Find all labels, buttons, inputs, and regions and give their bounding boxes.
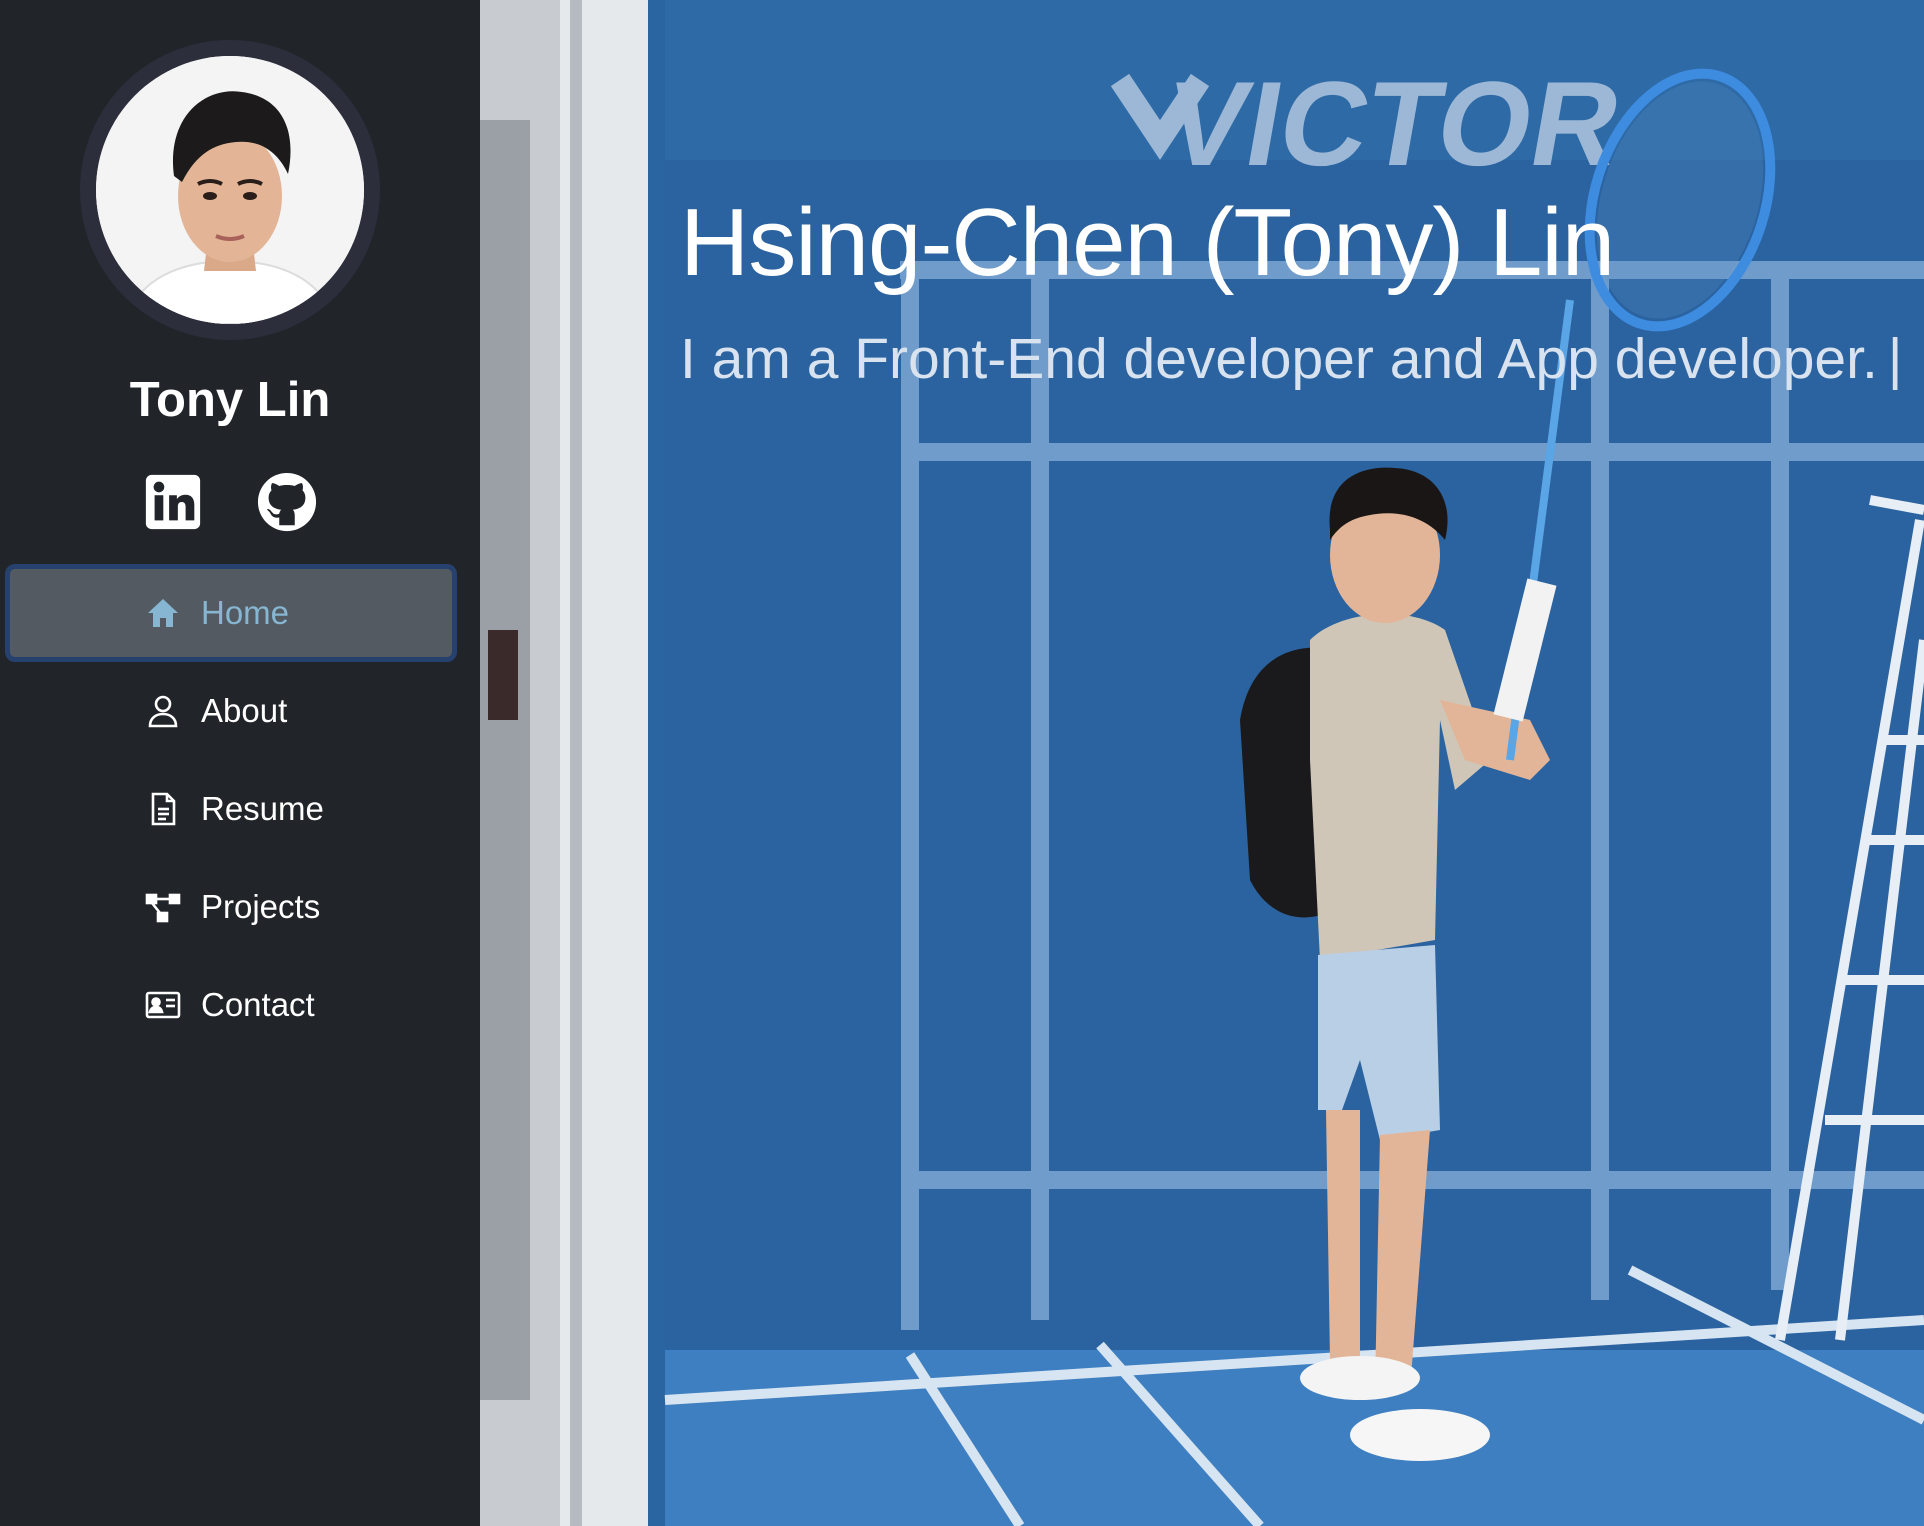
- avatar-frame: [80, 40, 380, 340]
- linkedin-link[interactable]: [141, 470, 205, 534]
- contact-card-icon: [143, 985, 183, 1025]
- hero-subtitle-text: I am a Front-End developer and App devel…: [680, 327, 1878, 391]
- hero-banner-text: VICTOR: [1156, 57, 1631, 191]
- document-icon: [143, 789, 183, 829]
- social-links: [0, 470, 460, 534]
- linkedin-icon: [145, 474, 201, 530]
- avatar: [96, 56, 364, 324]
- profile-name: Tony Lin: [129, 373, 331, 427]
- nav-label-contact: Contact: [201, 986, 315, 1023]
- nav-label-home: Home: [201, 594, 290, 631]
- github-icon: [257, 472, 317, 532]
- user-icon: [143, 691, 183, 731]
- nav-label-about: About: [201, 692, 288, 729]
- nav-label-projects: Projects: [201, 888, 321, 925]
- hero-title: Hsing-Chen (Tony) Lin: [680, 189, 1615, 296]
- main-nav: Home About Resume Projects Contact: [5, 564, 457, 1054]
- sidebar: Tony Lin Home About Resume Projects Cont…: [0, 0, 480, 1526]
- nav-item-about[interactable]: About: [5, 662, 457, 760]
- home-icon: [143, 593, 183, 633]
- avatar-portrait: [96, 56, 364, 324]
- nav-label-resume: Resume: [201, 790, 324, 827]
- hero-section: VICTOR Hsing-Chen (Tony) Lin I am a Fron…: [480, 0, 1924, 1526]
- hero-subtitle: I am a Front-End developer and App devel…: [680, 326, 1903, 392]
- typing-cursor: |: [1887, 327, 1903, 391]
- nav-item-projects[interactable]: Projects: [5, 858, 457, 956]
- nav-item-contact[interactable]: Contact: [5, 956, 457, 1054]
- github-link[interactable]: [255, 470, 319, 534]
- diagram-icon: [143, 887, 183, 927]
- nav-item-home[interactable]: Home: [5, 564, 457, 662]
- nav-item-resume[interactable]: Resume: [5, 760, 457, 858]
